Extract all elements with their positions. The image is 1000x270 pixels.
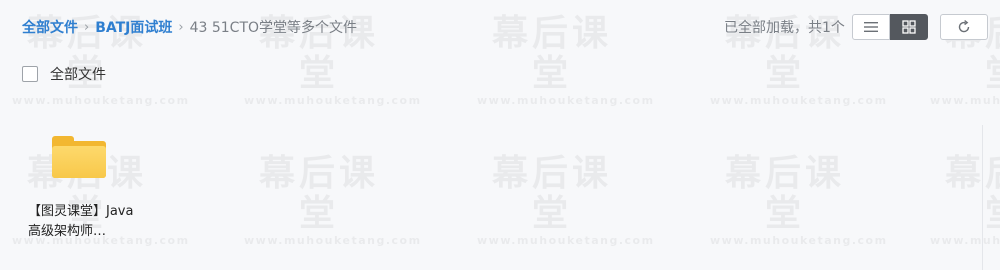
watermark: 幕后课堂www.muhouketang.com: [710, 153, 888, 248]
refresh-icon: [958, 20, 970, 33]
list-icon: [864, 22, 878, 32]
breadcrumb-separator: ›: [178, 19, 184, 35]
watermark: 幕后课堂www.muhouketang.com: [477, 153, 655, 248]
select-all-label: 全部文件: [50, 67, 106, 83]
select-all-checkbox[interactable]: [22, 66, 38, 82]
folder-icon: [52, 132, 106, 178]
refresh-button[interactable]: [940, 14, 988, 40]
watermark: 幕后课堂www.muhouketang.com: [930, 153, 1000, 248]
select-all-row[interactable]: 全部文件: [22, 64, 106, 84]
grid-icon: [902, 20, 916, 34]
breadcrumb-link-all-files[interactable]: 全部文件: [22, 17, 78, 37]
toolbar-header: 全部文件 › BATJ面试班 › 43 51CTO学堂等多个文件 已全部加载，共…: [0, 0, 1000, 52]
file-item[interactable]: 【图灵课堂】Java高级架构师…: [22, 132, 134, 242]
view-toggle: [852, 14, 928, 40]
breadcrumb-link-batj[interactable]: BATJ面试班: [95, 17, 172, 37]
breadcrumb: 全部文件 › BATJ面试班 › 43 51CTO学堂等多个文件: [22, 17, 357, 37]
breadcrumb-separator: ›: [84, 19, 90, 35]
load-status-text: 已全部加载，共1个: [724, 20, 845, 36]
list-view-button[interactable]: [852, 14, 890, 40]
file-name: 【图灵课堂】Java高级架构师…: [28, 204, 134, 239]
scrollbar-track[interactable]: [982, 125, 983, 270]
watermark: 幕后课堂www.muhouketang.com: [244, 153, 422, 248]
breadcrumb-current: 43 51CTO学堂等多个文件: [189, 20, 358, 36]
grid-view-button[interactable]: [890, 14, 928, 40]
